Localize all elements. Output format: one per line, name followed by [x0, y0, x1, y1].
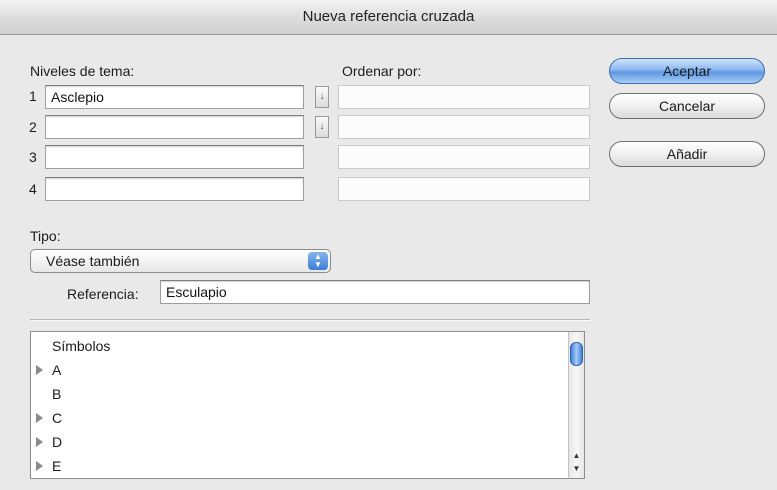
level-4-field[interactable]	[45, 177, 304, 201]
level-3-field[interactable]	[45, 145, 304, 169]
add-button[interactable]: Añadir	[609, 141, 765, 167]
list-item[interactable]: A	[31, 358, 569, 382]
list-item[interactable]: C	[31, 406, 569, 430]
level-number-1: 1	[29, 88, 37, 104]
disclosure-triangle-icon[interactable]	[36, 461, 43, 471]
window-title-bar[interactable]: Nueva referencia cruzada	[0, 0, 777, 35]
sort-4-field[interactable]	[338, 177, 590, 201]
type-label: Tipo:	[30, 228, 61, 244]
level-2-field[interactable]	[45, 115, 304, 139]
sort-1-field[interactable]	[338, 85, 590, 109]
levels-label: Niveles de tema:	[30, 63, 135, 79]
cancel-button[interactable]: Cancelar	[609, 93, 765, 119]
level-number-4: 4	[29, 181, 37, 197]
move-down-arrow-icon[interactable]: ↓	[315, 116, 329, 138]
level-number-2: 2	[29, 119, 37, 135]
disclosure-triangle-icon[interactable]	[36, 437, 43, 447]
disclosure-triangle-icon[interactable]	[36, 365, 43, 375]
topic-list[interactable]: Símbolos A B C D E ▲ ▼	[30, 331, 585, 479]
reference-label: Referencia:	[67, 286, 139, 302]
sort-3-field[interactable]	[338, 145, 590, 169]
level-number-3: 3	[29, 149, 37, 165]
dialog-body: Niveles de tema: Ordenar por: 1 Asclepio…	[0, 35, 777, 490]
move-down-arrow-icon[interactable]: ↓	[315, 86, 329, 108]
divider	[30, 319, 590, 321]
level-1-field[interactable]: Asclepio	[45, 85, 304, 109]
sort-2-field[interactable]	[338, 115, 590, 139]
accept-button[interactable]: Aceptar	[609, 58, 765, 84]
popup-arrows-icon: ▲ ▼	[308, 252, 328, 270]
list-item[interactable]: D	[31, 430, 569, 454]
list-item[interactable]: E	[31, 454, 569, 478]
sort-label: Ordenar por:	[342, 63, 422, 79]
list-scrollbar[interactable]: ▲ ▼	[568, 332, 584, 478]
scroll-up-arrow-icon[interactable]: ▲	[571, 450, 582, 462]
type-popup[interactable]: Véase también ▲ ▼	[30, 249, 331, 273]
disclosure-triangle-icon[interactable]	[36, 413, 43, 423]
list-item[interactable]: B	[31, 382, 569, 406]
list-item[interactable]: Símbolos	[31, 334, 569, 358]
scroll-down-arrow-icon[interactable]: ▼	[571, 463, 582, 475]
type-selected-value: Véase también	[46, 253, 140, 269]
reference-field[interactable]: Esculapio	[160, 280, 590, 304]
scroll-thumb[interactable]	[570, 342, 583, 366]
window-title: Nueva referencia cruzada	[302, 8, 475, 25]
